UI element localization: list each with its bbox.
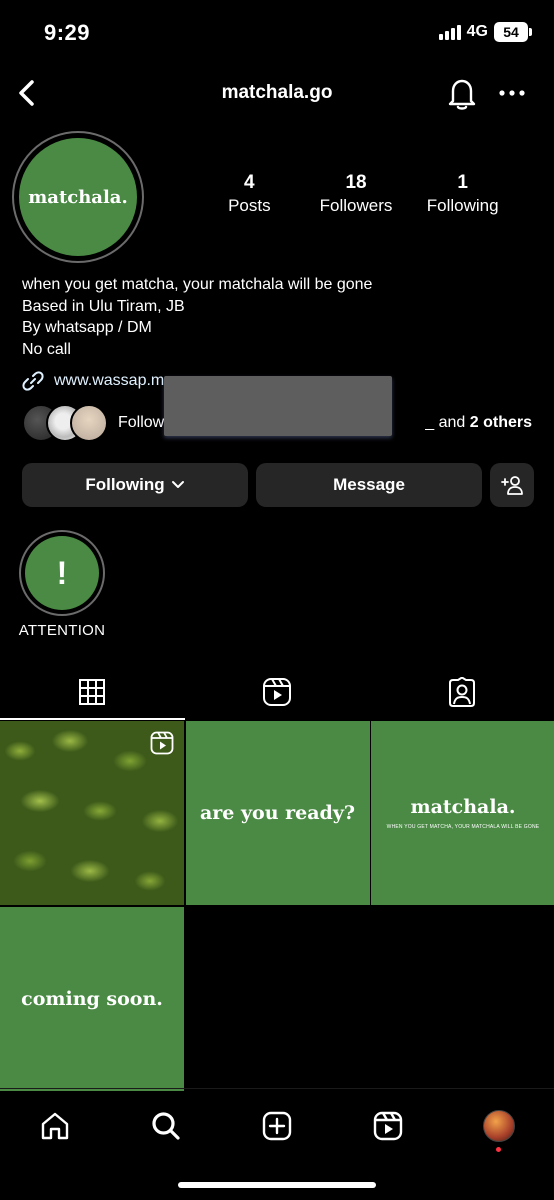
followed-by-separator: _ and	[425, 414, 470, 431]
add-person-icon	[501, 476, 523, 495]
search-icon	[152, 1111, 180, 1140]
followed-by-avatars	[22, 404, 108, 442]
signal-icon	[438, 24, 461, 40]
post-are-you-ready[interactable]: are you ready?	[185, 721, 370, 905]
message-button[interactable]: Message	[256, 463, 482, 507]
highlight-ring: !	[19, 530, 105, 616]
top-nav: matchala.go	[0, 68, 554, 120]
highlight-cover: !	[25, 536, 99, 610]
nav-reels[interactable]	[332, 1089, 443, 1158]
stat-label: Following	[426, 196, 499, 215]
suggest-people-button[interactable]	[490, 463, 534, 507]
status-bar: 9:29 4G 54	[0, 0, 554, 64]
stat-followers[interactable]: 18 Followers	[303, 172, 410, 216]
nav-home[interactable]	[0, 1089, 111, 1158]
status-time: 9:29	[44, 20, 91, 45]
profile-avatar-thumb	[482, 1109, 515, 1142]
reel-badge-icon	[150, 731, 174, 755]
stat-label: Followers	[319, 196, 393, 215]
bell-icon	[448, 79, 476, 110]
tab-posts-grid[interactable]	[0, 664, 185, 720]
home-icon	[42, 1112, 69, 1139]
stat-label: Posts	[228, 196, 271, 215]
posts-grid: are you ready? matchala. WHEN YOU GET MA…	[0, 721, 554, 1091]
tagged-icon	[448, 677, 475, 707]
nav-create[interactable]	[222, 1089, 333, 1158]
following-label: Following	[85, 475, 165, 494]
bio-line: Based in Ulu Tiram, JB	[22, 297, 185, 315]
bottom-nav	[0, 1088, 554, 1158]
nav-search[interactable]	[111, 1089, 222, 1158]
notification-dot	[496, 1147, 502, 1152]
post-tagline: WHEN YOU GET MATCHA, YOUR MATCHALA WILL …	[386, 824, 540, 830]
profile-tabs	[0, 664, 554, 720]
stat-following[interactable]: 1 Following	[409, 172, 516, 216]
grid-icon	[79, 679, 106, 705]
redaction-box	[164, 376, 392, 436]
post-caption: coming soon.	[21, 988, 163, 1010]
stat-value: 4	[244, 172, 255, 193]
network-type: 4G	[466, 23, 488, 40]
status-indicators: 4G 54	[438, 22, 532, 42]
home-indicator	[178, 1182, 376, 1188]
follower-avatar	[70, 404, 108, 442]
profile-link[interactable]: www.wassap.m	[22, 370, 164, 392]
avatar-logo: matchala.	[19, 138, 137, 256]
notifications-button[interactable]	[446, 76, 478, 110]
post-caption: are you ready?	[199, 802, 356, 824]
bio-line: when you get matcha, your matchala will …	[22, 276, 373, 293]
stat-posts[interactable]: 4 Posts	[196, 172, 303, 216]
highlight-label: ATTENTION	[18, 622, 106, 639]
post-matcha-leaves[interactable]	[0, 721, 184, 905]
story-highlight[interactable]: ! ATTENTION	[14, 530, 110, 639]
stat-value: 18	[345, 172, 367, 193]
nav-profile[interactable]	[443, 1089, 554, 1158]
profile-avatar[interactable]: matchala.	[12, 131, 144, 263]
bio-line: No call	[22, 340, 71, 358]
link-text: www.wassap.m	[54, 372, 165, 389]
bio-line: By whatsapp / DM	[22, 319, 152, 336]
chevron-down-icon	[171, 481, 184, 488]
post-brand[interactable]: matchala. WHEN YOU GET MATCHA, YOUR MATC…	[371, 721, 554, 905]
tab-reels[interactable]	[185, 664, 370, 720]
tab-tagged[interactable]	[369, 664, 554, 720]
stat-value: 1	[457, 172, 468, 193]
post-brand-name: matchala.	[410, 796, 516, 818]
following-button[interactable]: Following	[22, 463, 248, 507]
followed-by-others: 2 others	[469, 414, 532, 431]
post-coming-soon[interactable]: coming soon.	[0, 907, 184, 1091]
profile-bio: when you get matcha, your matchala will …	[22, 274, 372, 360]
followed-by-prefix: Follow	[118, 414, 165, 431]
more-horizontal-icon	[499, 90, 525, 96]
reels-icon	[263, 678, 291, 706]
reels-icon	[373, 1111, 402, 1140]
profile-actions: Following Message	[22, 463, 534, 507]
profile-stats: 4 Posts 18 Followers 1 Following	[196, 172, 516, 216]
more-options-button[interactable]	[496, 78, 528, 108]
battery-icon: 54	[494, 22, 532, 42]
create-icon	[262, 1111, 292, 1140]
message-label: Message	[333, 475, 405, 494]
link-icon	[22, 371, 44, 391]
